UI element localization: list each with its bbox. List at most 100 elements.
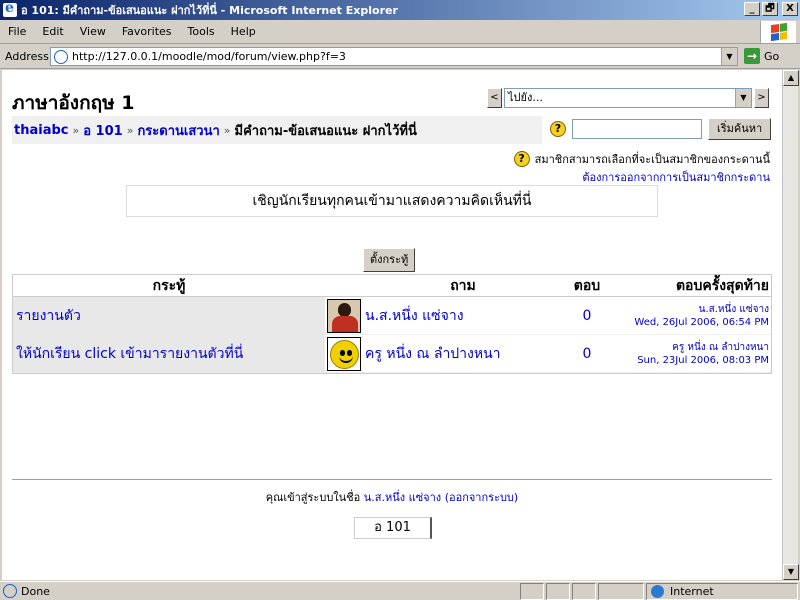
header-picture: [325, 275, 363, 296]
go-button[interactable]: → Go: [744, 48, 779, 64]
login-prefix: คุณเข้าสู่ระบบในชื่อ: [265, 491, 361, 504]
vertical-scrollbar[interactable]: ▲ ▼: [782, 70, 799, 580]
header-author: ถาม: [450, 278, 476, 294]
page-done-icon: [3, 584, 17, 598]
windows-logo-icon: [760, 21, 796, 43]
avatar[interactable]: [327, 336, 361, 371]
last-post-cell: น.ส.หนึ่ง แซ่จาง Wed, 26Jul 2006, 06:54 …: [611, 303, 771, 329]
address-bar: Address http://127.0.0.1/moodle/mod/foru…: [0, 45, 800, 69]
page-viewport: ภาษาอังกฤษ 1 < ไปยัง... ▼ > thaiabc » อ …: [2, 70, 782, 580]
menu-tools[interactable]: Tools: [180, 25, 223, 38]
help-icon[interactable]: ?: [513, 151, 530, 167]
status-segment: [546, 583, 570, 600]
header-topic: กระทู้: [152, 278, 186, 294]
zone-label: Internet: [670, 585, 714, 598]
chevron-down-icon: ▼: [735, 89, 751, 107]
minimize-button[interactable]: _: [744, 2, 760, 16]
page-title: ภาษาอังกฤษ 1: [12, 92, 135, 114]
picture-cell: [325, 298, 363, 333]
topic-link[interactable]: ให้นักเรียน click เข้ามารายงานตัวที่นี่: [16, 346, 243, 362]
address-input[interactable]: http://127.0.0.1/moodle/mod/forum/view.p…: [50, 47, 738, 66]
breadcrumb-separator: »: [72, 123, 80, 137]
page-icon: [54, 49, 68, 64]
header-replies: ตอบ: [573, 278, 601, 294]
breadcrumb-course[interactable]: อ 101: [83, 120, 122, 141]
replies-cell: 0: [563, 308, 611, 324]
author-link[interactable]: ครู หนึ่ง ณ ลำปางหนา: [365, 346, 501, 362]
jump-to-select[interactable]: ไปยัง... ▼: [504, 88, 752, 108]
replies-link[interactable]: 0: [583, 308, 592, 324]
topic-cell: รายงานตัว: [13, 296, 325, 335]
unsubscribe-link[interactable]: ต้องการออกจากการเป็นสมาชิกกระดาน: [582, 171, 770, 184]
menu-bar: File Edit View Favorites Tools Help: [0, 20, 800, 44]
status-segment: [572, 583, 596, 600]
replies-link[interactable]: 0: [583, 346, 592, 362]
globe-icon: [651, 585, 664, 598]
topic-cell: ให้นักเรียน click เข้ามารายงานตัวที่นี่: [13, 334, 325, 373]
go-arrow-icon: →: [744, 48, 760, 64]
search-input[interactable]: [572, 119, 702, 139]
address-label: Address: [5, 50, 49, 63]
forum-intro: เชิญนักเรียนทุกคนเข้ามาแสดงความคิดเห็นที…: [126, 185, 658, 217]
maximize-button[interactable]: 🗗: [762, 2, 778, 16]
window-title: อ 101: มีคำถาม-ข้อเสนอแนะ ฝากไว้ที่นี่ -…: [21, 4, 398, 17]
menu-view[interactable]: View: [72, 25, 114, 38]
close-button[interactable]: X: [782, 2, 798, 16]
status-segment: [598, 583, 644, 600]
next-activity-button[interactable]: >: [754, 88, 769, 108]
last-post-date[interactable]: Sun, 23Jul 2006, 08:03 PM: [637, 355, 769, 366]
menu-favorites[interactable]: Favorites: [114, 25, 180, 38]
breadcrumb-separator: »: [126, 123, 134, 137]
window-title-bar[interactable]: อ 101: มีคำถาม-ข้อเสนอแนะ ฝากไว้ที่นี่ -…: [0, 0, 800, 20]
subscription-text: สมาชิกสามารถเลือกที่จะเป็นสมาชิกของกระดา…: [534, 153, 770, 166]
forum-search: ? เริ่มค้นหา: [550, 118, 772, 140]
breadcrumb: thaiabc » อ 101 » กระดานเสวนา » มีคำถาม-…: [12, 116, 542, 144]
address-url: http://127.0.0.1/moodle/mod/forum/view.p…: [72, 50, 346, 63]
login-info: คุณเข้าสู่ระบบในชื่อ น.ส.หนึ่ง แซ่จาง (อ…: [2, 488, 782, 506]
author-link[interactable]: น.ส.หนึ่ง แซ่จาง: [365, 308, 464, 324]
breadcrumb-site[interactable]: thaiabc: [14, 123, 68, 138]
footer-divider: [12, 479, 772, 480]
last-post-author[interactable]: ครู หนึ่ง ณ ลำปางหนา: [672, 342, 769, 353]
help-icon[interactable]: ?: [550, 121, 566, 137]
breadcrumb-forums[interactable]: กระดานเสวนา: [137, 120, 219, 141]
table-row: ให้นักเรียน click เข้ามารายงานตัวที่นี่ …: [13, 334, 771, 373]
go-label: Go: [764, 49, 780, 63]
user-link[interactable]: น.ส.หนึ่ง แซ่จาง: [364, 491, 441, 504]
search-button[interactable]: เริ่มค้นหา: [708, 118, 772, 140]
replies-cell: 0: [563, 346, 611, 362]
ie-icon: [3, 0, 17, 17]
avatar[interactable]: [327, 298, 361, 333]
jump-to-value: ไปยัง...: [508, 91, 543, 104]
course-home-link[interactable]: อ 101: [354, 517, 432, 539]
status-segment: [520, 583, 544, 600]
last-post-cell: ครู หนึ่ง ณ ลำปางหนา Sun, 23Jul 2006, 08…: [611, 341, 771, 367]
topic-link[interactable]: รายงานตัว: [16, 308, 81, 324]
table-header: กระทู้ ถาม ตอบ ตอบครั้งสุดท้าย: [13, 275, 771, 297]
discussion-table: กระทู้ ถาม ตอบ ตอบครั้งสุดท้าย รายงานตัว…: [12, 274, 772, 374]
address-dropdown-icon[interactable]: ▼: [721, 48, 737, 65]
picture-cell: [325, 336, 363, 371]
last-post-author[interactable]: น.ส.หนึ่ง แซ่จาง: [699, 304, 769, 315]
menu-help[interactable]: Help: [223, 25, 264, 38]
author-cell: ครู หนึ่ง ณ ลำปางหนา: [363, 343, 563, 365]
logout-link[interactable]: (ออกจากระบบ): [445, 491, 519, 504]
header-last-post: ตอบครั้งสุดท้าย: [675, 278, 769, 294]
last-post-date[interactable]: Wed, 26Jul 2006, 06:54 PM: [634, 317, 769, 328]
prev-activity-button[interactable]: <: [487, 88, 502, 108]
menu-file[interactable]: File: [0, 25, 34, 38]
security-zone: Internet: [646, 583, 798, 600]
breadcrumb-separator: »: [223, 123, 231, 137]
status-text: Done: [21, 584, 50, 598]
breadcrumb-current: มีคำถาม-ข้อเสนอแนะ ฝากไว้ที่นี่: [234, 123, 417, 139]
window-controls: _ 🗗 X: [744, 2, 798, 16]
scroll-up-icon[interactable]: ▲: [783, 70, 799, 86]
menu-edit[interactable]: Edit: [34, 25, 71, 38]
add-discussion-button[interactable]: ตั้งกระทู้: [363, 248, 416, 272]
status-bar: Done Internet: [0, 581, 800, 600]
scroll-down-icon[interactable]: ▼: [783, 564, 799, 580]
jump-menu: < ไปยัง... ▼ >: [487, 88, 769, 108]
author-cell: น.ส.หนึ่ง แซ่จาง: [363, 305, 563, 327]
subscription-info: ? สมาชิกสามารถเลือกที่จะเป็นสมาชิกของกระ…: [513, 150, 770, 186]
table-row: รายงานตัว น.ส.หนึ่ง แซ่จาง 0 น.ส.หนึ่ง แ…: [13, 296, 771, 335]
